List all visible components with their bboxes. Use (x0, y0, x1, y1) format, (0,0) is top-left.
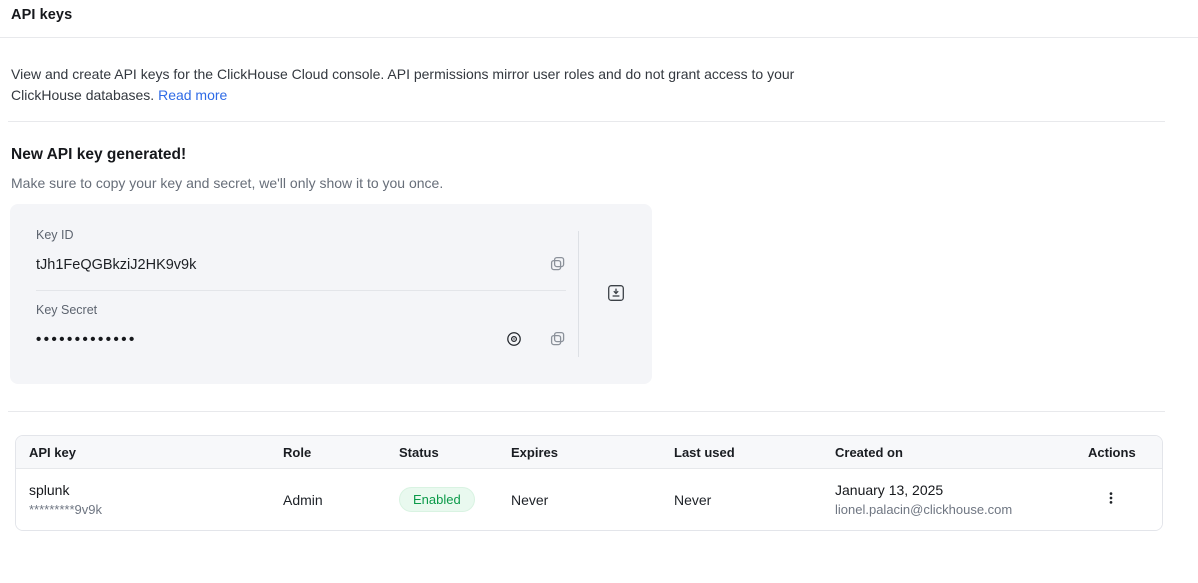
download-key-button[interactable] (605, 283, 627, 305)
actions-cell (1075, 491, 1162, 509)
api-keys-table: API key Role Status Expires Last used Cr… (15, 435, 1163, 531)
status-badge: Enabled (399, 487, 475, 512)
section-divider (0, 37, 1198, 38)
column-header-status: Status (386, 445, 498, 460)
created-by-email: lionel.palacin@clickhouse.com (835, 502, 1075, 517)
column-header-actions: Actions (1075, 445, 1162, 460)
key-secret-label: Key Secret (36, 303, 566, 317)
expires-cell: Never (498, 492, 661, 508)
reveal-secret-button[interactable] (505, 331, 523, 349)
table-row: splunk *********9v9k Admin Enabled Never… (16, 469, 1162, 530)
copy-icon (549, 330, 566, 350)
description-text: View and create API keys for the ClickHo… (11, 66, 794, 103)
key-id-field: Key ID tJh1FeQGBkziJ2HK9v9k (36, 228, 566, 275)
column-header-role: Role (270, 445, 386, 460)
column-header-last-used: Last used (661, 445, 822, 460)
column-header-api-key: API key (16, 445, 270, 460)
last-used-cell: Never (661, 492, 822, 508)
eye-icon (506, 331, 522, 350)
read-more-link[interactable]: Read more (158, 87, 227, 103)
key-secret-field: Key Secret ••••••••••••• (36, 303, 566, 350)
api-key-masked: *********9v9k (29, 502, 270, 517)
kebab-menu-icon (1104, 491, 1118, 508)
key-id-label: Key ID (36, 228, 566, 242)
created-date: January 13, 2025 (835, 482, 1075, 498)
column-header-created-on: Created on (822, 445, 1075, 460)
page-title: API keys (11, 7, 1198, 23)
api-keys-page: API keys View and create API keys for th… (0, 7, 1198, 583)
key-fields: Key ID tJh1FeQGBkziJ2HK9v9k K (10, 204, 578, 384)
page-description: View and create API keys for the ClickHo… (11, 64, 836, 106)
column-header-expires: Expires (498, 445, 661, 460)
created-on-cell: January 13, 2025 lionel.palacin@clickhou… (822, 482, 1075, 517)
row-actions-menu-button[interactable] (1102, 491, 1120, 509)
field-divider (36, 290, 566, 291)
api-key-name: splunk (29, 482, 270, 498)
section-divider (8, 411, 1165, 412)
table-header-row: API key Role Status Expires Last used Cr… (16, 436, 1162, 469)
new-key-banner-title: New API key generated! (11, 146, 1198, 164)
status-cell: Enabled (386, 487, 498, 512)
key-secret-masked-value: ••••••••••••• (36, 333, 137, 347)
api-key-cell: splunk *********9v9k (16, 482, 270, 517)
copy-secret-button[interactable] (548, 331, 566, 349)
copy-key-id-button[interactable] (548, 256, 566, 274)
download-icon (607, 284, 625, 305)
generated-key-card: Key ID tJh1FeQGBkziJ2HK9v9k K (10, 204, 652, 384)
section-divider (8, 121, 1165, 122)
key-id-value: tJh1FeQGBkziJ2HK9v9k (36, 257, 196, 273)
copy-icon (549, 255, 566, 275)
role-cell: Admin (270, 492, 386, 508)
new-key-banner-subtitle: Make sure to copy your key and secret, w… (11, 175, 1198, 191)
